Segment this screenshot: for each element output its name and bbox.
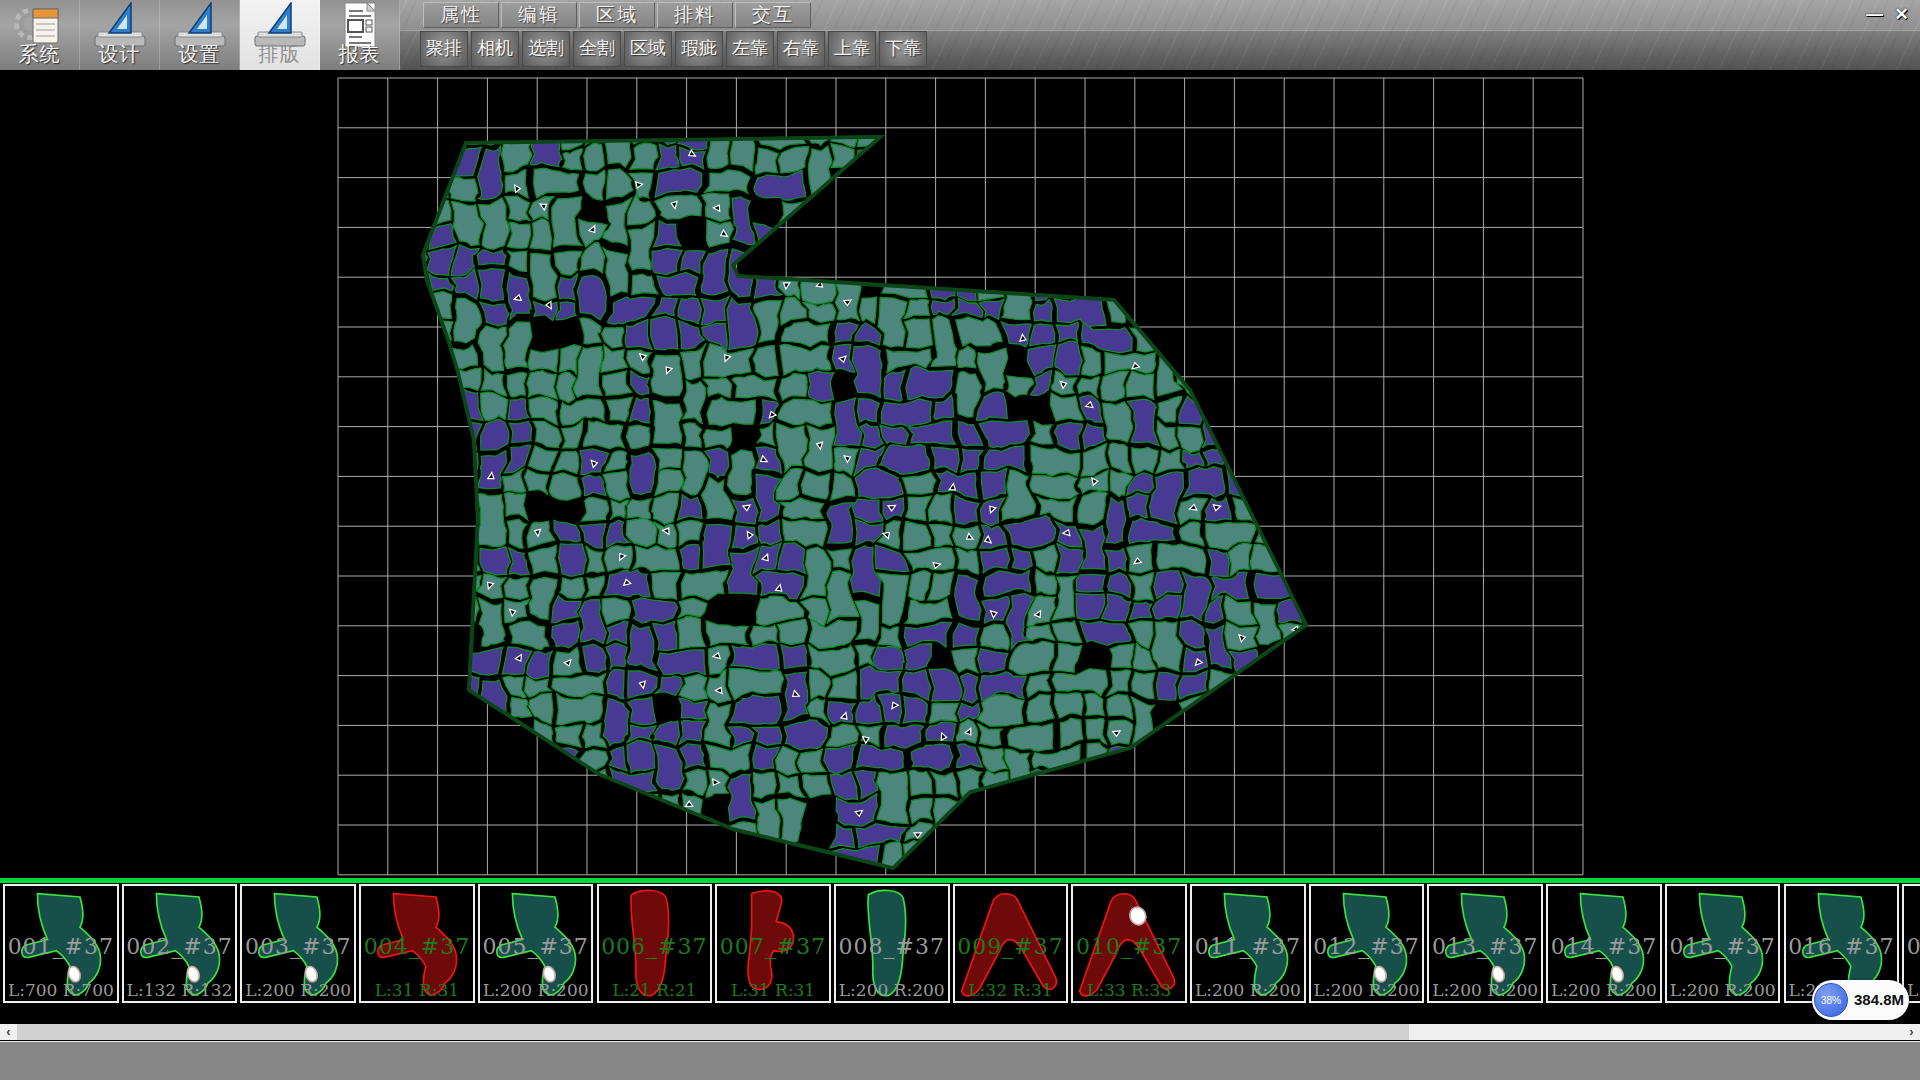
part-lr-count: L:200 R:200 [242,980,354,1000]
strip-top-line [0,878,1920,883]
part-lr-count: L:200 R:200 [480,980,592,1000]
part-name: 011_#37 [1192,934,1304,959]
part-lr-count: L:32 R:31 [955,980,1067,1000]
parts-strip: 001_#37L:700 R:700002_#37L:132 R:132003_… [0,878,1920,1006]
part-lr-count: L:132 R:132 [124,980,236,1000]
app-tab-1[interactable]: 系统 [0,0,80,70]
app-tab-3[interactable]: 设置 [160,0,240,70]
tool-10[interactable]: 下靠 [879,31,927,67]
tool-8[interactable]: 右靠 [777,31,825,67]
app-tab-label: 报表 [320,41,399,68]
part-thumbnail-013_#37[interactable]: 013_#37 L:200 R:200 [1427,884,1543,1003]
part-thumbnail-005_#37[interactable]: 005_#37 L:200 R:200 [478,884,594,1003]
tool-6[interactable]: 瑕疵 [675,31,723,67]
part-name: 013_#37 [1429,934,1541,959]
part-thumbnail-008_#37[interactable]: 008_#37 L:200 R:200 [834,884,950,1003]
app-tab-label: 设置 [160,41,239,68]
app-tab-label: 设计 [80,41,159,68]
menu-5[interactable]: 交互 [735,2,811,28]
part-lr-count: L:200 R:200 [836,980,948,1000]
part-thumbnail-011_#37[interactable]: 011_#37 L:200 R:200 [1190,884,1306,1003]
part-thumbnail-006_#37[interactable]: 006_#37 L:21 R:21 [597,884,713,1003]
part-thumbnail-002_#37[interactable]: 002_#37 L:132 R:132 [122,884,238,1003]
tool-7[interactable]: 左靠 [726,31,774,67]
part-name: 003_#37 [242,934,354,959]
app-tab-label: 排版 [240,41,319,68]
progress-badge: 38% 384.8M [1812,980,1909,1020]
part-name: 010_#37 [1073,934,1185,959]
part-thumbnail-010_#37[interactable]: 010_#37 L:33 R:33 [1071,884,1187,1003]
menu-4[interactable]: 排料 [657,2,733,28]
tool-9[interactable]: 上靠 [828,31,876,67]
part-lr-count: L:200 R:200 [1667,980,1779,1000]
part-lr-count: L:200 R:200 [1192,980,1304,1000]
app-tab-5[interactable]: 报表 [320,0,400,70]
part-thumbnail-001_#37[interactable]: 001_#37 L:700 R:700 [3,884,119,1003]
app-tab-label: 系统 [0,41,79,68]
scroll-right-button[interactable]: › [1903,1024,1920,1040]
part-name: 002_#37 [124,934,236,959]
part-thumbnail-003_#37[interactable]: 003_#37 L:200 R:200 [240,884,356,1003]
part-lr-count: L:21 R:21 [599,980,711,1000]
part-thumbnail-015_#37[interactable]: 015_#37 L:200 R:200 [1665,884,1781,1003]
part-thumbnail-017_#37[interactable]: 017_#37L:200 R:200 [1902,884,1920,1003]
part-thumbnail-009_#37[interactable]: 009_#37 L:32 R:31 [953,884,1069,1003]
memory-label: 384.8M [1854,980,1904,1020]
part-thumbnail-007_#37[interactable]: 007_#37 L:31 R:31 [715,884,831,1003]
tool-1[interactable]: 聚排 [420,31,468,67]
status-band [0,1041,1920,1080]
part-thumbnail-004_#37[interactable]: 004_#37 L:31 R:31 [359,884,475,1003]
tool-5[interactable]: 区域 [624,31,672,67]
horizontal-scrollbar[interactable]: ‹ › [0,1024,1920,1040]
part-name: 004_#37 [361,934,473,959]
part-name: 017_#37 [1904,934,1920,959]
close-button[interactable]: ✕ [1889,4,1914,26]
title-bar: 系统设计设置排版报表 属性编辑区域排料交互 聚排相机选割全割区域瑕疵左靠右靠上靠… [0,0,1920,70]
part-lr-count: L:31 R:31 [361,980,473,1000]
part-lr-count: L:200 R:200 [1548,980,1660,1000]
menu-3[interactable]: 区域 [579,2,655,28]
progress-circle: 38% [1814,983,1848,1017]
part-lr-count: L:33 R:33 [1073,980,1185,1000]
part-thumbnail-012_#37[interactable]: 012_#37 L:200 R:200 [1309,884,1425,1003]
menu-1[interactable]: 属性 [423,2,499,28]
part-name: 001_#37 [5,934,117,959]
minimize-button[interactable]: — [1862,4,1887,26]
part-lr-count: L:200 R:200 [1429,980,1541,1000]
part-name: 007_#37 [717,934,829,959]
scroll-left-button[interactable]: ‹ [0,1024,17,1040]
tool-4[interactable]: 全割 [573,31,621,67]
part-lr-count: L:31 R:31 [717,980,829,1000]
part-name: 016_#37 [1786,934,1898,959]
tool-3[interactable]: 选割 [522,31,570,67]
part-name: 006_#37 [599,934,711,959]
app-tab-4[interactable]: 排版 [240,0,320,70]
menu-2[interactable]: 编辑 [501,2,577,28]
part-thumbnail-014_#37[interactable]: 014_#37 L:200 R:200 [1546,884,1662,1003]
part-lr-count: L:700 R:700 [5,980,117,1000]
part-name: 005_#37 [480,934,592,959]
part-name: 009_#37 [955,934,1067,959]
app-tab-2[interactable]: 设计 [80,0,160,70]
part-name: 015_#37 [1667,934,1779,959]
part-name: 008_#37 [836,934,948,959]
part-name: 012_#37 [1311,934,1423,959]
part-lr-count: L:200 R:200 [1311,980,1423,1000]
tool-2[interactable]: 相机 [471,31,519,67]
part-name: 014_#37 [1548,934,1660,959]
scrollbar-thumb[interactable] [17,1024,1409,1040]
